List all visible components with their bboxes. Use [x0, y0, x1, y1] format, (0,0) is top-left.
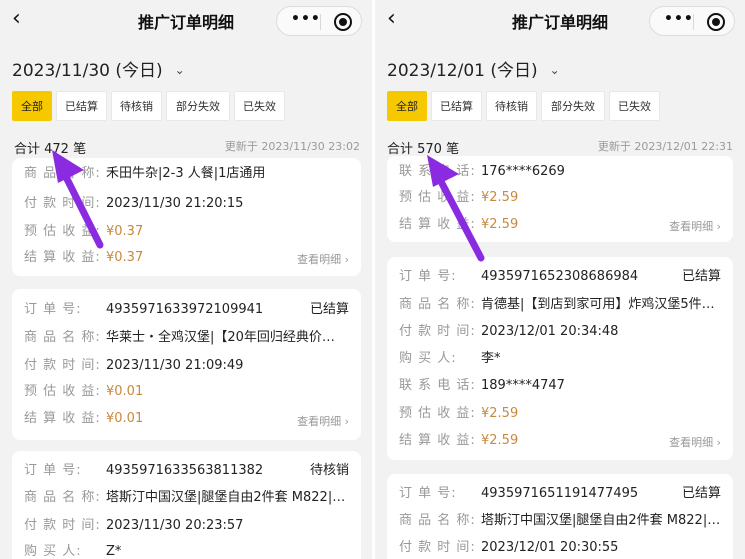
estimated-income-row: 预 估 收 益:¥0.37: [24, 222, 349, 242]
order-card[interactable]: 订 单 号:4935971651191477495已结算 商 品 名 称:塔斯汀…: [387, 474, 733, 559]
date-label: 2023/11/30 (今日): [12, 61, 163, 81]
pay-time-row: 付 款 时 间:2023/12/01 20:34:48: [399, 322, 721, 342]
nav-bar: ‹ 推广订单明细 •••: [0, 0, 372, 40]
pay-time-row: 付 款 时 间:2023/12/01 20:30:55: [399, 538, 721, 558]
tab-pending[interactable]: 待核销: [111, 91, 162, 121]
order-count: 合计 472 笔: [14, 138, 86, 157]
tab-settled[interactable]: 已结算: [56, 91, 107, 121]
pay-time-row: 付 款 时 间:2023/11/30 20:23:57: [24, 516, 349, 536]
buyer-row: 购 买 人:Z*: [24, 542, 349, 559]
updated-time: 更新于 2023/11/30 23:02: [225, 138, 360, 154]
close-target-icon[interactable]: [334, 13, 352, 31]
pay-time-row: 付 款 时 间:2023/11/30 21:20:15: [24, 194, 349, 214]
buyer-row: 购 买 人:李*: [399, 349, 721, 369]
order-card[interactable]: 联 系 电 话:176****6269 预 估 收 益:¥2.59 结 算 收 …: [387, 156, 733, 242]
order-number-row: 订 单 号:4935971633563811382待核销: [24, 461, 349, 481]
date-selector[interactable]: 2023/11/30 (今日) ⌄: [12, 56, 185, 81]
status-badge: 已结算: [682, 484, 721, 504]
tab-partial-invalid[interactable]: 部分失效: [166, 91, 230, 121]
close-target-icon[interactable]: [707, 13, 725, 31]
estimated-income-row: 预 估 收 益:¥2.59: [399, 188, 721, 208]
order-card[interactable]: 订 单 号:4935971633563811382待核销 商 品 名 称:塔斯汀…: [12, 451, 361, 559]
mini-program-capsule: •••: [276, 6, 362, 36]
order-card[interactable]: 订 单 号:4935971633972109941已结算 商 品 名 称:华莱士…: [12, 289, 361, 440]
order-number-row: 订 单 号:4935971633972109941已结算: [24, 300, 349, 320]
date-label: 2023/12/01 (今日): [387, 61, 538, 81]
product-name-row: 商 品 名 称:肯德基|【到店到家可用】炸鸡汉堡5件…: [399, 295, 721, 315]
product-name-row: 商 品 名 称:塔斯汀中国汉堡|腿堡自由2件套 M822|…: [399, 511, 721, 531]
screenshot-composite: ‹ 推广订单明细 ••• 2023/11/30 (今日) ⌄ 全部 已结算 待核销…: [0, 0, 745, 559]
view-detail-link[interactable]: 查看明细 ›: [669, 218, 721, 234]
product-name-row: 商 品 名 称:塔斯汀中国汉堡|腿堡自由2件套 M822|…: [24, 488, 349, 508]
estimated-income-row: 预 估 收 益:¥2.59: [399, 404, 721, 424]
more-dots-icon[interactable]: •••: [664, 11, 694, 27]
pay-time-row: 付 款 时 间:2023/11/30 21:09:49: [24, 356, 349, 376]
updated-time: 更新于 2023/12/01 22:31: [598, 138, 733, 154]
tab-invalid[interactable]: 已失效: [609, 91, 660, 121]
tab-settled[interactable]: 已结算: [431, 91, 482, 121]
order-card[interactable]: 商 品 名 称:禾田牛杂|2-3 人餐|1店通用 付 款 时 间:2023/11…: [12, 158, 361, 276]
left-screen: ‹ 推广订单明细 ••• 2023/11/30 (今日) ⌄ 全部 已结算 待核销…: [0, 0, 372, 559]
view-detail-link[interactable]: 查看明细 ›: [669, 434, 721, 450]
product-name-row: 商 品 名 称:禾田牛杂|2-3 人餐|1店通用: [24, 164, 349, 184]
tab-all[interactable]: 全部: [12, 91, 52, 121]
tab-pending[interactable]: 待核销: [486, 91, 537, 121]
status-badge: 已结算: [682, 267, 721, 287]
product-name-row: 商 品 名 称:华莱士・全鸡汉堡|【20年回归经典价…: [24, 328, 349, 348]
phone-row: 联 系 电 话:189****4747: [399, 376, 721, 396]
tab-invalid[interactable]: 已失效: [234, 91, 285, 121]
view-detail-link[interactable]: 查看明细 ›: [297, 251, 349, 267]
more-dots-icon[interactable]: •••: [291, 11, 321, 27]
phone-row: 联 系 电 话:176****6269: [399, 162, 721, 182]
estimated-income-row: 预 估 收 益:¥0.01: [24, 382, 349, 402]
capsule-divider: [693, 14, 694, 30]
chevron-down-icon: ⌄: [550, 63, 560, 77]
order-number-row: 订 单 号:4935971652308686984已结算: [399, 267, 721, 287]
order-card[interactable]: 订 单 号:4935971652308686984已结算 商 品 名 称:肯德基…: [387, 257, 733, 460]
mini-program-capsule: •••: [649, 6, 735, 36]
date-selector[interactable]: 2023/12/01 (今日) ⌄: [387, 56, 560, 81]
view-detail-link[interactable]: 查看明细 ›: [297, 413, 349, 429]
status-badge: 待核销: [310, 461, 349, 481]
order-count: 合计 570 笔: [387, 138, 459, 157]
chevron-down-icon: ⌄: [175, 63, 185, 77]
status-badge: 已结算: [310, 300, 349, 320]
nav-bar: ‹ 推广订单明细 •••: [375, 0, 745, 40]
tab-partial-invalid[interactable]: 部分失效: [541, 91, 605, 121]
tab-all[interactable]: 全部: [387, 91, 427, 121]
capsule-divider: [320, 14, 321, 30]
order-number-row: 订 单 号:4935971651191477495已结算: [399, 484, 721, 504]
right-screen: ‹ 推广订单明细 ••• 2023/12/01 (今日) ⌄ 全部 已结算 待核销…: [375, 0, 745, 559]
